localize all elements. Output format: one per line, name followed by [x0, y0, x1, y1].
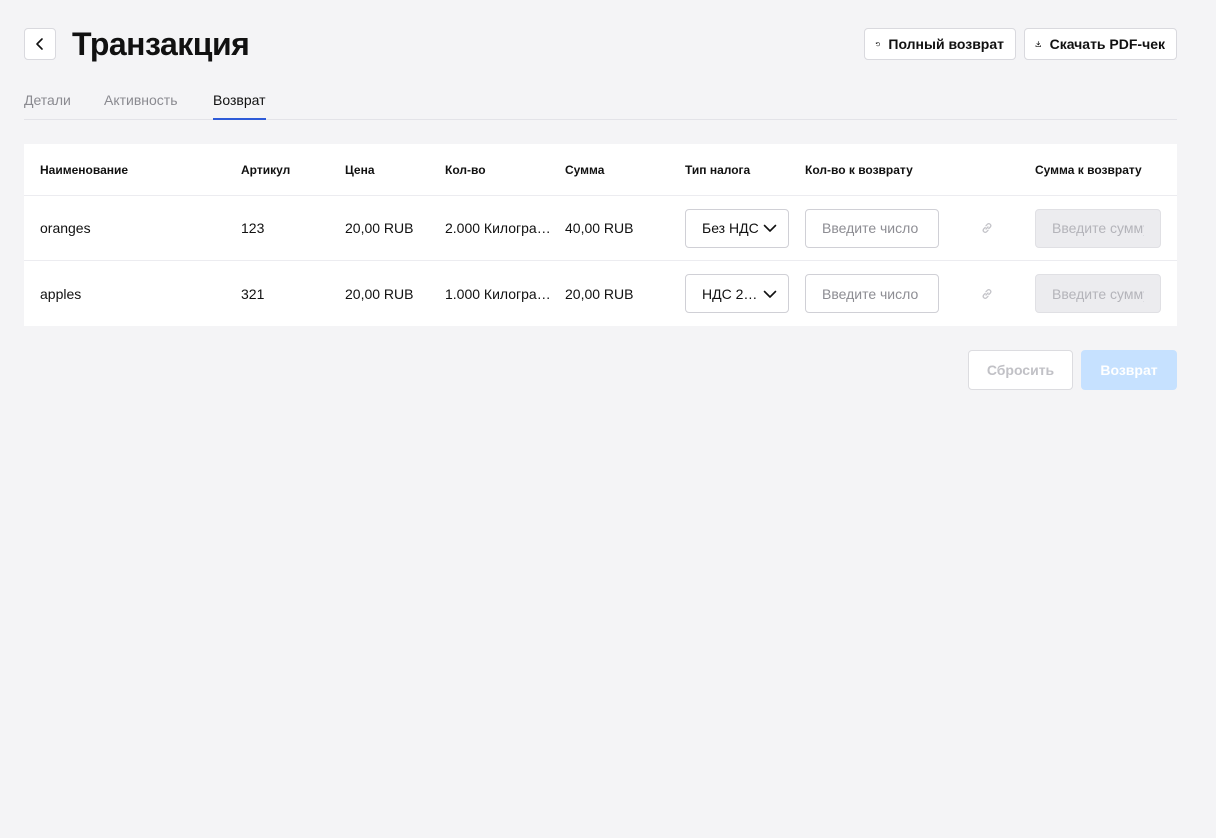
item-qty-text: 2.000 Килограмм — [445, 220, 551, 236]
return-qty-input[interactable] — [805, 208, 939, 248]
return-sum-input[interactable] — [1035, 208, 1161, 248]
item-qty: 2.000 Килограмм — [445, 196, 551, 260]
item-article: 123 — [241, 220, 265, 236]
return-sum-input[interactable] — [1035, 274, 1161, 313]
tab-activity[interactable]: Активность — [104, 92, 178, 120]
item-name: apples — [40, 285, 82, 302]
column-header-tax-type: Тип налога — [685, 162, 751, 177]
chevron-left-icon — [36, 38, 43, 50]
chevron-down-icon — [763, 290, 777, 298]
return-sum-cell — [1035, 196, 1165, 260]
full-refund-button[interactable]: Полный возврат — [864, 28, 1016, 60]
column-header-price: Цена — [345, 162, 375, 177]
column-header-sum: Сумма — [565, 162, 605, 177]
reset-button[interactable]: Сбросить — [968, 350, 1073, 390]
link-icon[interactable] — [980, 221, 994, 235]
download-pdf-label: Скачать PDF-чек — [1049, 36, 1165, 52]
tab-details[interactable]: Детали — [24, 92, 71, 120]
item-price: 20,00 RUB — [345, 285, 414, 302]
column-header-return-qty: Кол-во к возврату — [805, 162, 913, 177]
tab-refund[interactable]: Возврат — [213, 92, 266, 120]
page-title: Транзакция — [72, 26, 250, 62]
column-header-name: Наименование — [40, 162, 129, 177]
chevron-down-icon — [763, 224, 777, 232]
refund-table: Наименование Артикул Цена Кол-во Сумма Т… — [24, 144, 1177, 326]
return-qty-input[interactable] — [805, 274, 939, 313]
item-sum: 20,00 RUB — [565, 285, 634, 302]
column-header-qty: Кол-во — [445, 162, 486, 177]
tab-bar: Детали Активность Возврат — [24, 90, 1177, 120]
tax-type-cell: НДС 20% — [685, 261, 795, 326]
item-sum: 40,00 RUB — [565, 220, 634, 236]
table-row: apples 321 20,00 RUB 1.000 Килограмм 20,… — [24, 261, 1177, 326]
tax-type-value: Без НДС — [702, 220, 759, 236]
link-icon[interactable] — [980, 287, 994, 301]
column-header-return-sum: Сумма к возврату — [1035, 162, 1142, 177]
table-row: oranges 123 20,00 RUB 2.000 Килограмм 40… — [24, 196, 1177, 261]
item-qty: 1.000 Килограмм — [445, 261, 551, 326]
page-header: Транзакция Полный возврат Скачать PDF-че… — [24, 26, 1177, 62]
return-button[interactable]: Возврат — [1081, 350, 1177, 390]
item-article: 321 — [241, 285, 265, 302]
column-header-article: Артикул — [241, 162, 291, 177]
item-price: 20,00 RUB — [345, 220, 414, 236]
back-button[interactable] — [24, 28, 56, 60]
full-refund-label: Полный возврат — [888, 36, 1004, 52]
item-name: oranges — [40, 220, 91, 236]
tax-type-value: НДС 20% — [702, 285, 762, 302]
download-pdf-button[interactable]: Скачать PDF-чек — [1024, 28, 1177, 60]
table-header-row: Наименование Артикул Цена Кол-во Сумма Т… — [24, 144, 1177, 196]
link-cell — [975, 196, 999, 260]
undo-icon — [875, 42, 880, 47]
item-qty-text: 1.000 Килограмм — [445, 285, 551, 302]
download-icon — [1035, 41, 1041, 47]
link-cell — [975, 261, 999, 326]
tax-type-cell: Без НДС — [685, 196, 795, 260]
tax-type-select[interactable]: НДС 20% — [685, 274, 789, 313]
return-sum-cell — [1035, 261, 1165, 326]
tax-type-select[interactable]: Без НДС — [685, 208, 789, 248]
